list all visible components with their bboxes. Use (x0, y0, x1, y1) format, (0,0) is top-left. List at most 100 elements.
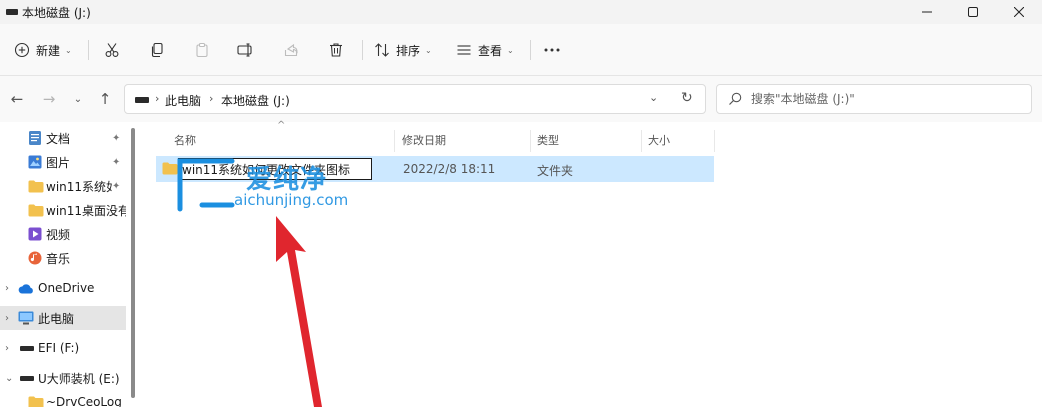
chevron-down-icon: ⌄ (73, 93, 83, 105)
sidebar-item-label: 视频 (46, 227, 71, 242)
sidebar-item-drvceolog[interactable]: ~DrvCeoLog (0, 390, 126, 407)
folder-icon (28, 396, 44, 407)
video-icon (28, 227, 42, 241)
document-icon (29, 131, 41, 145)
chevron-right-icon[interactable]: › (5, 283, 9, 294)
sort-ascending-icon: ^ (277, 120, 286, 131)
plus-circle-icon (14, 42, 30, 58)
pictures-icon (28, 155, 42, 169)
sidebar-item-label: 音乐 (46, 251, 71, 266)
sidebar-item-label: ~DrvCeoLog (46, 395, 122, 407)
pin-icon: ✦ (112, 132, 121, 144)
toolbar-divider (88, 40, 89, 60)
watermark-bracket-icon (177, 158, 235, 212)
more-icon (544, 48, 560, 52)
chevron-down-icon: ⌄ (65, 45, 72, 55)
breadcrumb-separator: › (155, 92, 160, 105)
rename-button[interactable] (232, 38, 260, 62)
chevron-right-icon[interactable]: › (5, 343, 9, 354)
paste-button[interactable] (188, 38, 216, 62)
copy-icon (151, 42, 163, 58)
music-icon (28, 251, 42, 265)
search-box[interactable] (716, 84, 1032, 114)
chevron-down-icon: ⌄ (507, 45, 514, 55)
sidebar-item-folder-win11-1[interactable]: win11系统如 ✦ (0, 174, 126, 198)
sidebar-item-efi-drive[interactable]: › EFI (F:) (0, 336, 126, 360)
close-button[interactable] (996, 0, 1042, 24)
sidebar-item-music[interactable]: 音乐 (0, 246, 126, 270)
onedrive-icon (18, 283, 33, 293)
column-header-name[interactable]: 名称 (174, 128, 196, 152)
chevron-down-icon: ⌄ (425, 45, 432, 55)
column-header-size[interactable]: 大小 (648, 128, 670, 152)
column-header-type[interactable]: 类型 (537, 128, 559, 152)
refresh-icon[interactable]: ↻ (681, 90, 693, 106)
toolbar-divider (530, 40, 531, 60)
cut-icon (105, 43, 119, 57)
maximize-button[interactable] (950, 0, 996, 24)
pin-icon: ✦ (112, 180, 121, 192)
folder-icon (28, 180, 44, 192)
paste-icon (196, 42, 208, 58)
new-label: 新建 (36, 43, 61, 58)
sort-button[interactable]: 排序 ⌄ (374, 38, 432, 62)
drive-icon (6, 9, 18, 15)
column-divider[interactable] (641, 130, 642, 152)
search-input[interactable] (751, 90, 1021, 108)
recent-locations-button[interactable]: ⌄ (66, 88, 90, 110)
file-date: 2022/2/8 18:11 (403, 162, 496, 176)
sidebar-item-folder-win11-2[interactable]: win11桌面没有! (0, 198, 126, 222)
address-bar[interactable]: › 此电脑 › 本地磁盘 (J:) ⌄ ↻ (124, 84, 706, 114)
column-divider[interactable] (714, 130, 715, 152)
back-button[interactable]: ← (5, 88, 29, 110)
drive-icon (135, 97, 149, 103)
sidebar-item-label: EFI (F:) (38, 341, 80, 355)
title-bar: 本地磁盘 (J:) (0, 0, 1042, 24)
arrow-right-icon: → (42, 90, 56, 108)
sidebar-item-u-drive[interactable]: ⌄ U大师装机 (E:) (0, 366, 126, 390)
new-button[interactable]: 新建 ⌄ (14, 38, 72, 62)
sidebar-item-videos[interactable]: 视频 (0, 222, 126, 246)
arrow-up-icon: ↑ (98, 90, 112, 108)
breadcrumb-this-pc[interactable]: 此电脑 (165, 92, 201, 109)
copy-button[interactable] (143, 38, 171, 62)
rename-icon (237, 43, 252, 57)
minimize-button[interactable] (904, 0, 950, 24)
sidebar-item-this-pc[interactable]: › 此电脑 (0, 306, 126, 330)
command-bar: 新建 ⌄ 排序 ⌄ 查看 ⌄ (0, 24, 1042, 76)
column-header-date[interactable]: 修改日期 (402, 128, 446, 152)
maximize-icon (968, 7, 978, 17)
share-button[interactable] (277, 38, 305, 62)
toolbar-divider (362, 40, 363, 60)
view-button[interactable]: 查看 ⌄ (456, 38, 514, 62)
nav-scrollbar[interactable] (130, 128, 136, 404)
drive-icon (20, 346, 34, 351)
close-icon (1014, 7, 1024, 17)
sidebar-item-onedrive[interactable]: › OneDrive (0, 276, 126, 300)
sidebar-item-label: 图片 (46, 155, 71, 170)
column-divider[interactable] (530, 130, 531, 152)
pin-icon: ✦ (112, 156, 121, 168)
more-button[interactable] (538, 38, 566, 62)
sidebar-item-label: win11桌面没有! (46, 203, 126, 218)
chevron-right-icon[interactable]: › (5, 313, 9, 324)
breadcrumb-separator: › (209, 92, 214, 105)
annotation-arrow-icon (276, 216, 322, 407)
nav-scrollbar-thumb[interactable] (131, 128, 135, 398)
chevron-down-icon[interactable]: ⌄ (5, 373, 13, 384)
sidebar-item-label: U大师装机 (E:) (38, 371, 120, 386)
forward-button[interactable]: → (37, 88, 61, 110)
delete-button[interactable] (322, 38, 350, 62)
navigation-pane: 文档 ✦ 图片 ✦ win11系统如 ✦ win11桌面没有! 视频 音乐 › … (0, 122, 140, 407)
delete-icon (330, 43, 342, 57)
address-dropdown-icon[interactable]: ⌄ (649, 91, 658, 104)
breadcrumb-local-disk[interactable]: 本地磁盘 (J:) (221, 92, 290, 109)
up-button[interactable]: ↑ (93, 88, 117, 110)
cut-button[interactable] (98, 38, 126, 62)
sidebar-item-label: OneDrive (38, 281, 95, 295)
column-divider[interactable] (394, 130, 395, 152)
sidebar-item-label: win11系统如 (46, 179, 112, 194)
drive-icon (20, 376, 34, 381)
sidebar-item-pictures[interactable]: 图片 ✦ (0, 150, 126, 174)
sidebar-item-documents[interactable]: 文档 ✦ (0, 126, 126, 150)
